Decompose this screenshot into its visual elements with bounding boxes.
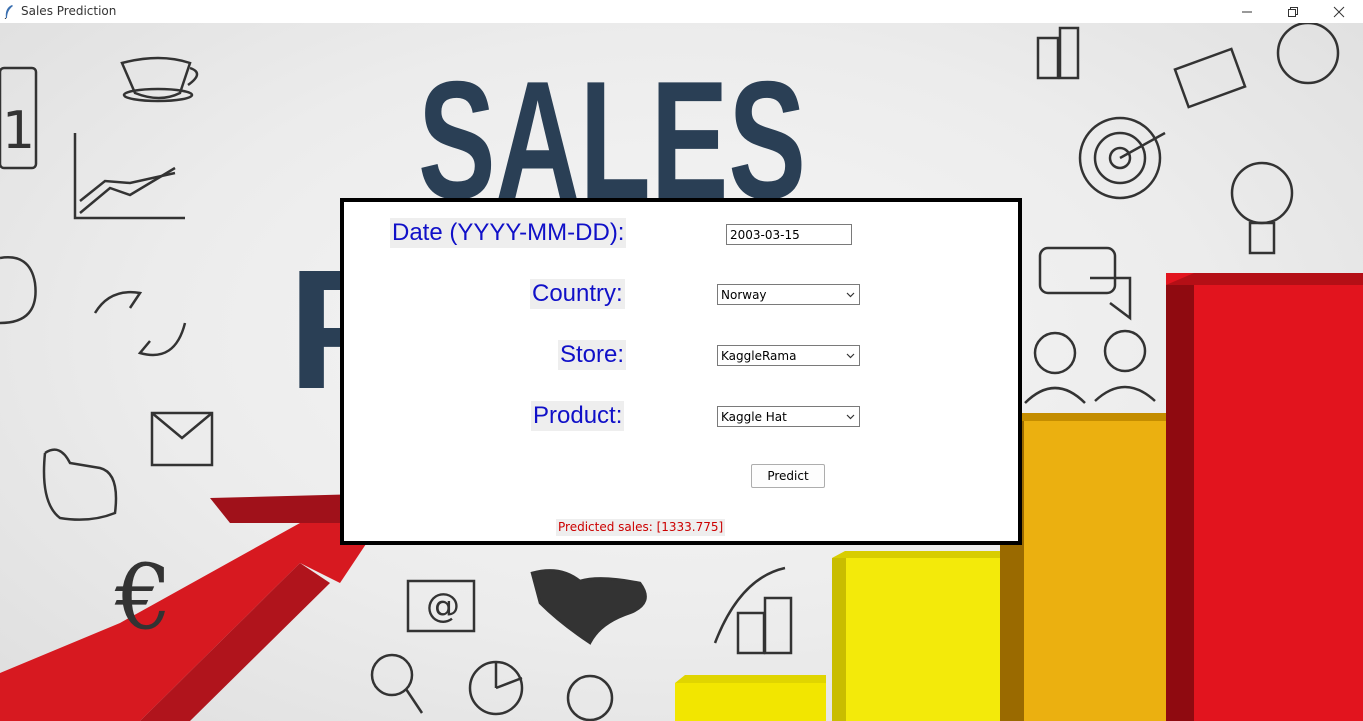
date-label: Date (YYYY-MM-DD): xyxy=(390,218,627,248)
prediction-form-panel: Date (YYYY-MM-DD): 2003-03-15 Country: N… xyxy=(340,198,1022,545)
minimize-icon xyxy=(1242,11,1252,12)
country-select-value: Norway xyxy=(721,287,767,302)
product-select[interactable]: Kaggle Hat xyxy=(717,406,860,427)
predict-button[interactable]: Predict xyxy=(751,464,825,488)
window-title: Sales Prediction xyxy=(21,4,117,18)
chevron-down-icon[interactable] xyxy=(845,289,856,300)
restore-icon xyxy=(1288,6,1298,17)
svg-text:@: @ xyxy=(426,586,460,626)
close-button[interactable] xyxy=(1316,0,1362,23)
date-input-value: 2003-03-15 xyxy=(730,227,800,242)
restore-button[interactable] xyxy=(1270,0,1316,23)
title-bar: Sales Prediction xyxy=(0,0,1363,23)
product-label: Product: xyxy=(531,401,625,431)
minimize-button[interactable] xyxy=(1224,0,1270,23)
feather-app-icon xyxy=(4,5,13,19)
product-select-value: Kaggle Hat xyxy=(721,409,787,424)
country-label: Country: xyxy=(530,279,625,309)
date-input[interactable]: 2003-03-15 xyxy=(726,224,852,245)
svg-text:1: 1 xyxy=(2,101,35,161)
store-select[interactable]: KaggleRama xyxy=(717,345,860,366)
svg-text:€: € xyxy=(114,545,172,650)
store-label: Store: xyxy=(558,340,627,370)
store-select-value: KaggleRama xyxy=(721,348,797,363)
prediction-result: Predicted sales: [1333.775] xyxy=(556,519,726,536)
close-icon xyxy=(1333,6,1345,17)
chevron-down-icon[interactable] xyxy=(845,350,856,361)
country-select[interactable]: Norway xyxy=(717,284,860,305)
chevron-down-icon[interactable] xyxy=(845,411,856,422)
